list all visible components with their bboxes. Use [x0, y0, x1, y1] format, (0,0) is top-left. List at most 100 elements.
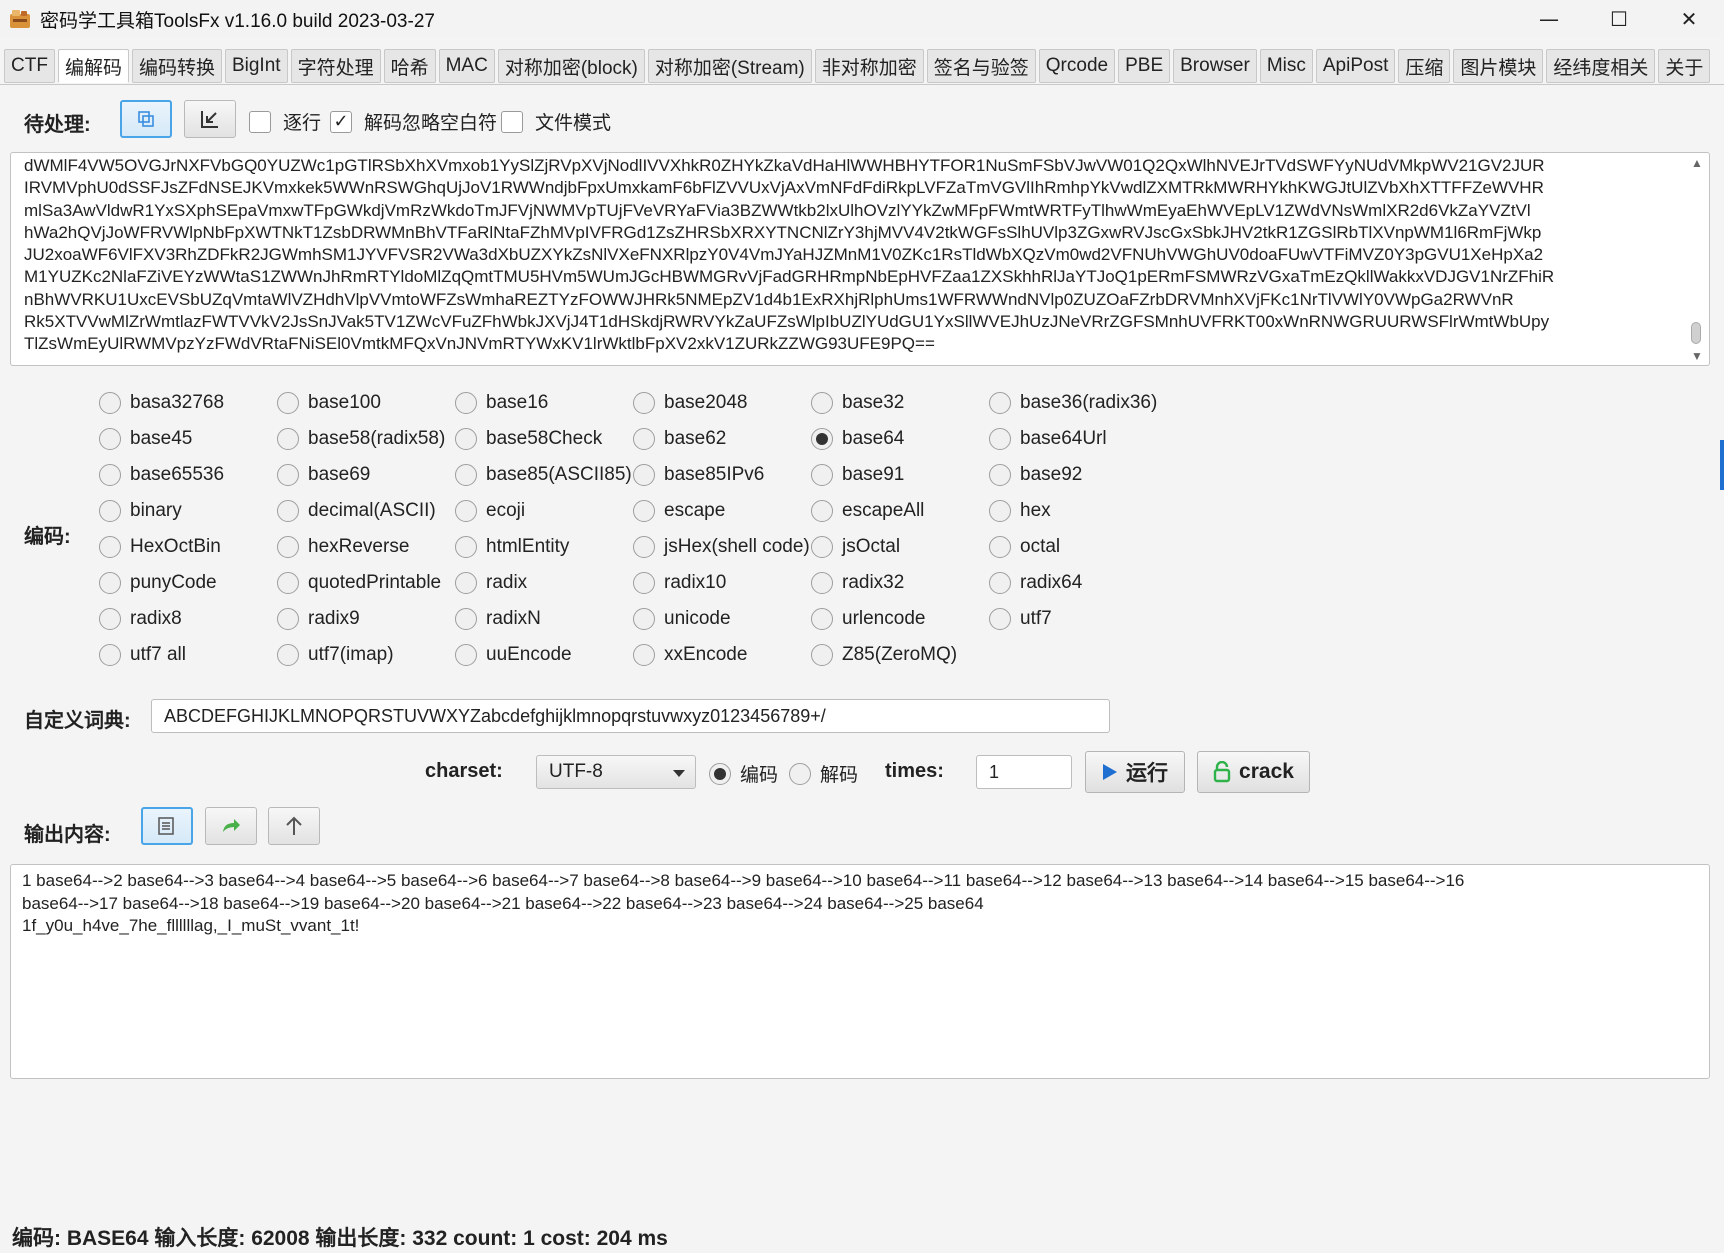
close-button[interactable]: ✕: [1654, 0, 1724, 38]
radio-dot: [277, 392, 299, 414]
tab-bar: CTF 编解码 编码转换 BigInt 字符处理 哈希 MAC 对称加密(block) 对称加密…: [4, 49, 1711, 85]
encoding-radio-hexoctbin[interactable]: HexOctBin: [99, 536, 221, 558]
tab-16[interactable]: 压缩: [1398, 49, 1451, 83]
tab-7[interactable]: 对称加密(block): [497, 49, 645, 83]
encoding-radio-radix64[interactable]: radix64: [989, 572, 1082, 594]
encoding-radio-unicode[interactable]: unicode: [633, 608, 731, 630]
tab-1[interactable]: 编解码: [57, 49, 129, 83]
tab-2[interactable]: 编码转换: [131, 49, 222, 83]
tab-11[interactable]: Qrcode: [1038, 49, 1116, 83]
encoding-radio-uuencode[interactable]: uuEncode: [455, 644, 572, 666]
encoding-radio-base16[interactable]: base16: [455, 392, 548, 414]
encoding-radio-utf7[interactable]: utf7: [989, 608, 1052, 630]
encoding-radio-z85-zeromq-[interactable]: Z85(ZeroMQ): [811, 644, 957, 666]
encoding-radio-radix10[interactable]: radix10: [633, 572, 726, 594]
encoding-radio-radixn[interactable]: radixN: [455, 608, 541, 630]
times-input[interactable]: 1: [976, 755, 1072, 789]
encoding-radio-octal[interactable]: octal: [989, 536, 1060, 558]
encoding-radio-utf7-imap-[interactable]: utf7(imap): [277, 644, 394, 666]
encoding-radio-htmlentity[interactable]: htmlEntity: [455, 536, 569, 558]
encoding-radio-ecoji[interactable]: ecoji: [455, 500, 525, 522]
dictionary-label: 自定义词典:: [24, 710, 131, 732]
window-edge-accent: [1720, 440, 1724, 490]
scroll-up-icon[interactable]: ▲: [1691, 156, 1703, 170]
tab-6[interactable]: MAC: [438, 49, 495, 83]
encoding-radio-base32[interactable]: base32: [811, 392, 904, 414]
tab-14[interactable]: Misc: [1259, 49, 1313, 83]
encoding-radio-escape[interactable]: escape: [633, 500, 725, 522]
tab-17[interactable]: 图片模块: [1453, 49, 1544, 83]
radio-label: base64: [842, 428, 905, 449]
tab-4[interactable]: 字符处理: [290, 49, 381, 83]
move-up-button[interactable]: [268, 807, 320, 845]
tab-8[interactable]: 对称加密(Stream): [647, 49, 812, 83]
tab-18[interactable]: 经纬度相关: [1546, 49, 1656, 83]
encoding-radio-base45[interactable]: base45: [99, 428, 192, 450]
tab-10[interactable]: 签名与验签: [926, 49, 1036, 83]
tab-9[interactable]: 非对称加密: [814, 49, 924, 83]
encoding-radio-base58-radix58-[interactable]: base58(radix58): [277, 428, 445, 450]
encoding-radio-base36-radix36-[interactable]: base36(radix36): [989, 392, 1157, 414]
encoding-radio-base65536[interactable]: base65536: [99, 464, 224, 486]
encoding-radio-hex[interactable]: hex: [989, 500, 1051, 522]
maximize-button[interactable]: ☐: [1584, 0, 1654, 38]
encoding-radio-base58check[interactable]: base58Check: [455, 428, 602, 450]
encoding-radio-punycode[interactable]: punyCode: [99, 572, 217, 594]
scroll-down-icon[interactable]: ▼: [1691, 349, 1703, 363]
crack-button[interactable]: crack: [1197, 751, 1310, 793]
copy-output-button[interactable]: [141, 807, 193, 845]
encoding-radio-quotedprintable[interactable]: quotedPrintable: [277, 572, 441, 594]
app-icon: [10, 10, 30, 28]
tab-15[interactable]: ApiPost: [1315, 49, 1396, 83]
encoding-radio-base69[interactable]: base69: [277, 464, 370, 486]
input-scrollbar-thumb[interactable]: [1691, 322, 1701, 344]
encoding-radio-xxencode[interactable]: xxEncode: [633, 644, 747, 666]
run-button[interactable]: 运行: [1085, 751, 1185, 793]
mode-decode-radio[interactable]: 解码: [789, 760, 858, 787]
encoding-radio-binary[interactable]: binary: [99, 500, 182, 522]
encoding-radio-radix32[interactable]: radix32: [811, 572, 904, 594]
encoding-radio-radix8[interactable]: radix8: [99, 608, 182, 630]
tab-0[interactable]: CTF: [4, 49, 55, 83]
tab-19[interactable]: 关于: [1658, 49, 1711, 83]
ignore-whitespace-checkbox[interactable]: ✓ 解码忽略空白符: [330, 108, 497, 135]
encoding-radio-base62[interactable]: base62: [633, 428, 726, 450]
forward-button[interactable]: [205, 807, 257, 845]
encoding-radio-base91[interactable]: base91: [811, 464, 904, 486]
encoding-radio-decimal-ascii-[interactable]: decimal(ASCII): [277, 500, 436, 522]
encoding-radio-basa32768[interactable]: basa32768: [99, 392, 224, 414]
input-text: dWMlF4VW5OVGJrNXFVbGQ0YUZWc1pGTlRSbXhXVm…: [24, 156, 1555, 354]
radio-dot: [789, 762, 811, 785]
import-button[interactable]: [184, 100, 236, 138]
per-line-checkbox[interactable]: 逐行: [249, 108, 321, 135]
encoding-radio-base2048[interactable]: base2048: [633, 392, 747, 414]
minimize-button[interactable]: —: [1514, 0, 1584, 38]
charset-select[interactable]: UTF-8: [536, 755, 696, 789]
radio-label: binary: [130, 500, 182, 521]
radio-label: ecoji: [486, 500, 526, 521]
copy-button[interactable]: [120, 100, 172, 138]
encoding-radio-radix9[interactable]: radix9: [277, 608, 360, 630]
encoding-radio-utf7-all[interactable]: utf7 all: [99, 644, 186, 666]
encoding-radio-jshex-shell-code-[interactable]: jsHex(shell code): [633, 536, 810, 558]
tab-5[interactable]: 哈希: [383, 49, 436, 83]
radio-label: base85(ASCII85): [486, 464, 632, 485]
tab-12[interactable]: PBE: [1118, 49, 1171, 83]
encoding-radio-base85-ascii85-[interactable]: base85(ASCII85): [455, 464, 632, 486]
file-mode-checkbox[interactable]: 文件模式: [501, 108, 611, 135]
encoding-radio-hexreverse[interactable]: hexReverse: [277, 536, 409, 558]
mode-encode-radio[interactable]: 编码: [709, 760, 778, 787]
tab-13[interactable]: Browser: [1173, 49, 1257, 83]
encoding-radio-base85ipv6[interactable]: base85IPv6: [633, 464, 764, 486]
encoding-radio-base64url[interactable]: base64Url: [989, 428, 1107, 450]
encoding-radio-escapeall[interactable]: escapeAll: [811, 500, 924, 522]
input-label: 待处理:: [24, 114, 91, 136]
encoding-radio-base92[interactable]: base92: [989, 464, 1082, 486]
encoding-radio-urlencode[interactable]: urlencode: [811, 608, 925, 630]
encoding-radio-jsoctal[interactable]: jsOctal: [811, 536, 900, 558]
tab-3[interactable]: BigInt: [224, 49, 288, 83]
dictionary-input[interactable]: ABCDEFGHIJKLMNOPQRSTUVWXYZabcdefghijklmn…: [151, 699, 1110, 733]
encoding-radio-radix[interactable]: radix: [455, 572, 527, 594]
encoding-radio-base100[interactable]: base100: [277, 392, 381, 414]
encoding-radio-base64[interactable]: base64: [811, 428, 904, 450]
